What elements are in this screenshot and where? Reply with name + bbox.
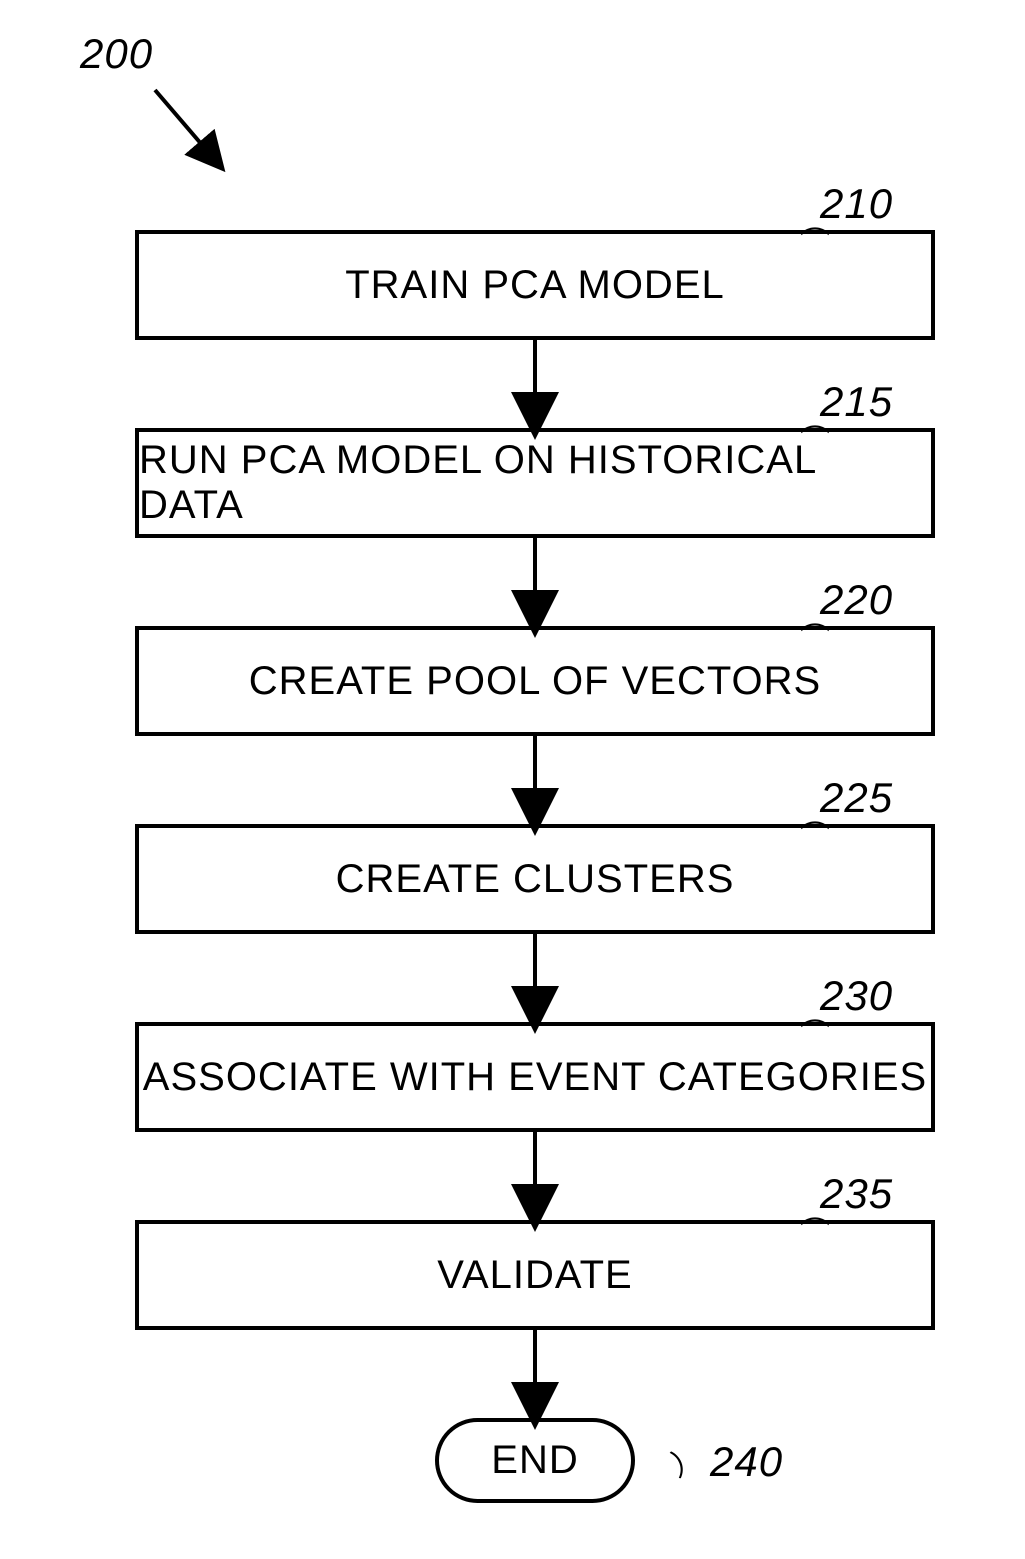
step-ref-210: 210 [820,180,893,228]
end-ref-240: 240 [710,1438,783,1486]
step-ref-230: 230 [820,972,893,1020]
end-terminator: END [435,1418,635,1503]
step-label: TRAIN PCA MODEL [345,263,725,308]
ref-tick: ⌒ [800,416,830,460]
step-ref-215: 215 [820,378,893,426]
step-ref-235: 235 [820,1170,893,1218]
step-ref-225: 225 [820,774,893,822]
step-label: CREATE CLUSTERS [336,857,735,902]
ref-tick: ⌒ [800,218,830,262]
step-ref-220: 220 [820,576,893,624]
flowchart-canvas: 200 TRAIN PCA MODEL 210 ⌒ RUN PCA MODEL … [0,0,1025,1559]
ref-tick: ⌒ [800,812,830,856]
step-label: ASSOCIATE WITH EVENT CATEGORIES [143,1055,927,1100]
step-label: VALIDATE [437,1253,632,1298]
ref-tick: ⌒ [800,1010,830,1054]
diagram-ref-200: 200 [80,30,153,78]
ref-tick: ⌒ [800,614,830,658]
ref-tick: ⌒ [644,1445,696,1488]
ref-tick: ⌒ [800,1208,830,1252]
end-label: END [491,1438,578,1483]
step-label: CREATE POOL OF VECTORS [249,659,821,704]
